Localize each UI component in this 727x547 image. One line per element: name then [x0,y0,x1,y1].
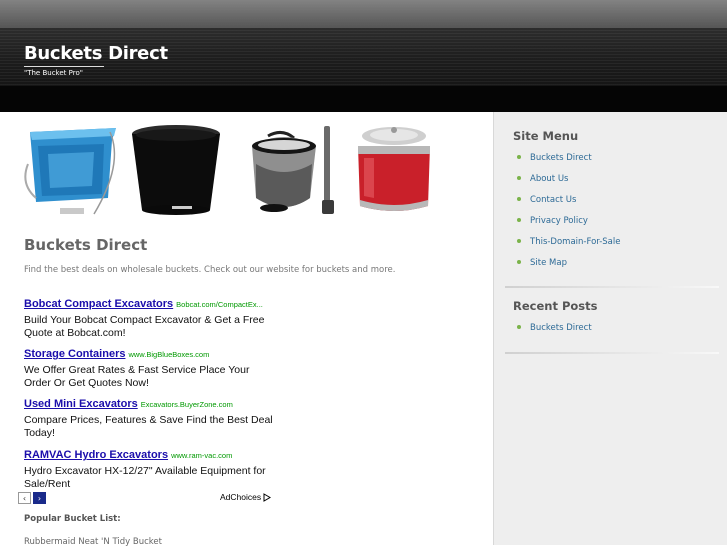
ad-title-link[interactable]: Used Mini Excavators [24,398,138,410]
site-menu-item-contact-us[interactable]: Contact Us [517,195,576,205]
adchoices-icon [263,493,272,503]
ad-description: Hydro Excavator HX-12/27" Available Equi… [24,465,266,490]
sidebar-divider [505,352,719,354]
ad-url[interactable]: www.BigBlueBoxes.com [128,350,209,359]
site-menu-item-site-map[interactable]: Site Map [517,258,567,268]
site-title[interactable]: Buckets Direct [24,43,168,64]
ad-description: Compare Prices, Features & Save Find the… [24,414,273,439]
bucket-banner-image [24,125,430,215]
site-menu-item-privacy-policy[interactable]: Privacy Policy [517,216,588,226]
bullet-icon [517,154,521,159]
bullet-icon [517,175,521,180]
bullet-icon [517,196,521,201]
popular-bucket-heading: Popular Bucket List: [24,514,121,524]
ad-block[interactable]: RAMVAC Hydro Excavators www.ram-vac.com H… [24,443,274,491]
page-heading: Buckets Direct [24,236,148,254]
black-bucket-image [132,125,220,215]
bullet-icon [517,217,521,222]
ad-title-link[interactable]: Storage Containers [24,348,125,360]
adchoices-link[interactable]: AdChoices [220,492,272,503]
site-menu-item-about-us[interactable]: About Us [517,174,568,184]
chevron-left-icon: ‹ [22,493,27,503]
title-underline [24,66,104,67]
bullet-icon [517,324,521,329]
chevron-right-icon: › [37,493,42,503]
popular-bucket-item[interactable]: Rubbermaid Neat 'N Tidy Bucket [24,537,162,547]
header-top-band [0,0,727,28]
intro-text: Find the best deals on wholesale buckets… [24,265,396,275]
site-menu-item-domain-for-sale[interactable]: This-Domain-For-Sale [517,237,621,247]
ad-prev-button[interactable]: ‹ [18,492,31,504]
ad-block[interactable]: Bobcat Compact Excavators Bobcat.com/Comp… [24,292,274,340]
bullet-icon [517,259,521,264]
ad-title-link[interactable]: Bobcat Compact Excavators [24,298,173,310]
bullet-icon [517,238,521,243]
ad-description: Build Your Bobcat Compact Excavator & Ge… [24,314,265,339]
recent-posts-heading: Recent Posts [513,299,598,313]
blue-bucket-image [24,128,116,215]
site-menu-heading: Site Menu [513,129,579,143]
site-tagline: "The Bucket Pro" [24,69,83,77]
ad-title-link[interactable]: RAMVAC Hydro Excavators [24,449,168,461]
adchoices-label: AdChoices [220,492,262,502]
recent-post-item[interactable]: Buckets Direct [517,323,592,333]
ad-next-button[interactable]: › [33,492,46,504]
ad-url[interactable]: www.ram-vac.com [171,451,232,460]
red-bucket-image [358,127,430,211]
ad-url[interactable]: Bobcat.com/CompactEx... [176,300,263,309]
silver-bucket-image [252,126,334,214]
sidebar-divider [505,286,719,288]
ad-block[interactable]: Storage Containers www.BigBlueBoxes.com W… [24,342,274,390]
header-bottom-band [0,86,727,112]
ad-url[interactable]: Excavators.BuyerZone.com [141,400,233,409]
site-menu-item-buckets-direct[interactable]: Buckets Direct [517,153,592,163]
ad-description: We Offer Great Rates & Fast Service Plac… [24,364,250,389]
ad-block[interactable]: Used Mini Excavators Excavators.BuyerZone… [24,392,274,440]
